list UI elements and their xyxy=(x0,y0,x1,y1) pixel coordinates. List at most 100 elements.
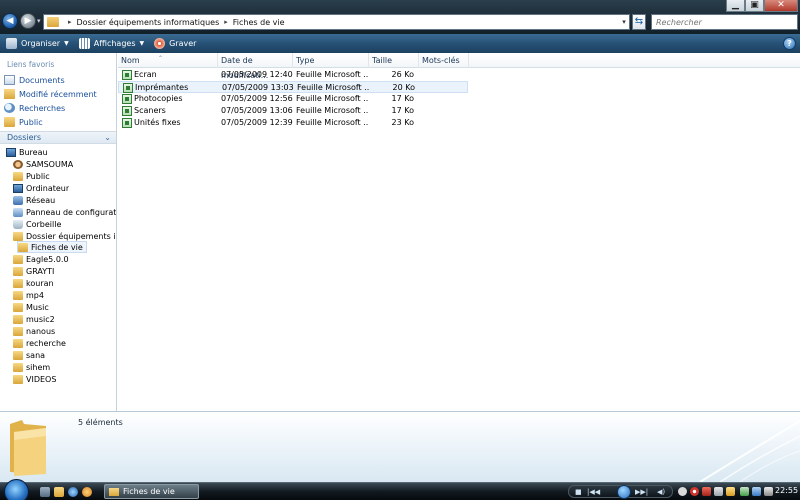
tree-item-ordinateur[interactable]: Ordinateur xyxy=(13,182,69,194)
volume-tray-icon[interactable] xyxy=(726,487,735,496)
organize-button[interactable]: Organiser ▼ xyxy=(6,38,69,49)
minimize-button[interactable]: ▁ xyxy=(726,0,745,12)
tree-item-label: SAMSOUMA xyxy=(26,159,74,169)
folder-icon xyxy=(109,487,119,496)
start-button[interactable] xyxy=(4,479,29,500)
maximize-button[interactable]: ▣ xyxy=(745,0,764,12)
file-type: Feuille Microsoft ... xyxy=(296,70,368,79)
chevron-down-icon: ▼ xyxy=(139,40,145,47)
taskbar: Fiches de vie ■ |◀◀ ▶▶| ◀) 22:55 xyxy=(0,479,800,500)
tree-item-mp4[interactable]: mp4 xyxy=(13,289,44,301)
favorite-searches[interactable]: Recherches xyxy=(4,103,65,113)
tree-item-music[interactable]: Music xyxy=(13,301,49,313)
column-type[interactable]: Type xyxy=(293,53,369,68)
file-row-ecran[interactable]: Ecran 07/05/2009 12:40 Feuille Microsoft… xyxy=(118,69,468,81)
file-size: 17 Ko xyxy=(391,106,414,115)
column-keywords[interactable]: Mots-clés xyxy=(419,53,469,68)
tree-item-sana[interactable]: sana xyxy=(13,349,45,361)
tree-item-videos[interactable]: VIDEOS xyxy=(13,373,56,385)
tree-item-recherche[interactable]: recherche xyxy=(13,337,66,349)
tree-item-label: Music xyxy=(26,302,49,312)
sort-arrow-icon: ⌃ xyxy=(158,55,164,62)
favorite-public[interactable]: Public xyxy=(4,117,43,127)
favorite-label: Recherches xyxy=(19,103,66,113)
folders-header[interactable]: Dossiers ⌄ xyxy=(0,131,116,144)
column-label: Type xyxy=(296,56,315,65)
window-titlebar: ▁ ▣ ✕ ◀ ▶ ▾ ▸ Dossier équipements inform… xyxy=(0,0,800,34)
media-player-icon[interactable] xyxy=(82,487,92,497)
navigation-pane: Liens favoris Documents Modifié récemmen… xyxy=(0,53,117,411)
tree-item-nanous[interactable]: nanous xyxy=(13,325,55,337)
file-row-photocopies[interactable]: Photocopies 07/05/2009 12:56 Feuille Mic… xyxy=(118,93,468,105)
tree-item-fiches-de-vie[interactable]: Fiches de vie xyxy=(17,241,87,253)
tree-item-corbeille[interactable]: Corbeille xyxy=(13,218,61,230)
previous-icon[interactable]: |◀◀ xyxy=(587,488,600,496)
views-label: Affichages xyxy=(93,39,136,48)
folder-icon xyxy=(13,314,23,324)
tree-item-kouran[interactable]: kouran xyxy=(13,277,54,289)
column-size[interactable]: Taille xyxy=(369,53,419,68)
favorite-recent[interactable]: Modifié récemment xyxy=(4,89,97,99)
clock[interactable]: 22:55 xyxy=(775,486,798,495)
file-type: Feuille Microsoft ... xyxy=(296,94,368,103)
recent-pages-dropdown-icon[interactable]: ▾ xyxy=(37,17,41,25)
update-tray-icon[interactable] xyxy=(752,487,761,496)
breadcrumb-dossier-equipements[interactable]: Dossier équipements informatiques xyxy=(77,18,220,27)
folder-icon xyxy=(13,290,23,300)
tree-item-sihem[interactable]: sihem xyxy=(13,361,50,373)
internet-explorer-icon[interactable] xyxy=(68,487,78,497)
column-date[interactable]: Date de modificati... xyxy=(218,53,293,80)
play-button[interactable] xyxy=(617,485,631,499)
tree-item-panneau[interactable]: Panneau de configuration xyxy=(13,206,116,218)
tree-item-reseau[interactable]: Réseau xyxy=(13,194,55,206)
stop-icon[interactable]: ■ xyxy=(575,488,582,496)
refresh-button[interactable]: ⇆ xyxy=(632,14,646,30)
speaker-tray-icon[interactable] xyxy=(764,487,773,496)
tree-item-label: Panneau de configuration xyxy=(26,207,116,217)
excel-file-icon xyxy=(122,106,132,116)
excel-file-icon xyxy=(122,94,132,104)
favorite-documents[interactable]: Documents xyxy=(4,75,65,85)
volume-icon[interactable]: ◀) xyxy=(657,488,665,496)
burn-button[interactable]: Graver xyxy=(154,38,196,49)
tree-item-label: Public xyxy=(26,171,50,181)
tree-item-label: Réseau xyxy=(26,195,56,205)
tree-item-eagle[interactable]: Eagle5.0.0 xyxy=(13,253,69,265)
forward-button[interactable]: ▶ xyxy=(20,13,36,29)
favorite-label: Modifié récemment xyxy=(19,89,97,99)
search-input[interactable] xyxy=(651,14,798,30)
network-tray-icon[interactable] xyxy=(714,487,723,496)
views-button[interactable]: Affichages ▼ xyxy=(78,38,145,49)
tree-item-bureau[interactable]: Bureau xyxy=(6,146,48,158)
tree-item-label: VIDEOS xyxy=(26,374,57,384)
tree-item-grayti[interactable]: GRAYTI xyxy=(13,265,54,277)
show-desktop-icon[interactable] xyxy=(40,487,50,497)
taskbar-button-fiches-de-vie[interactable]: Fiches de vie xyxy=(104,484,199,499)
back-button[interactable]: ◀ xyxy=(2,13,18,29)
next-icon[interactable]: ▶▶| xyxy=(635,488,648,496)
column-name[interactable]: ⌃ Nom xyxy=(118,53,218,68)
tree-item-samsouma[interactable]: SAMSOUMA xyxy=(13,158,73,170)
tree-item-music2[interactable]: music2 xyxy=(13,313,55,325)
window-controls: ▁ ▣ ✕ xyxy=(726,0,798,12)
file-row-scaners[interactable]: Scaners 07/05/2009 13:06 Feuille Microso… xyxy=(118,105,468,117)
address-bar[interactable]: ▸ Dossier équipements informatiques ▸ Fi… xyxy=(43,14,630,30)
help-button[interactable]: ? xyxy=(783,37,796,50)
file-row-unites-fixes[interactable]: Unités fixes 07/05/2009 12:39 Feuille Mi… xyxy=(118,117,468,129)
antivirus-icon[interactable] xyxy=(702,487,711,496)
explorer-quicklaunch-icon[interactable] xyxy=(54,487,64,497)
address-dropdown-icon[interactable]: ▾ xyxy=(619,18,629,26)
chevron-down-icon: ▼ xyxy=(64,40,69,47)
chevron-right-icon[interactable]: ▸ xyxy=(68,18,72,26)
breadcrumb-fiches-de-vie[interactable]: Fiches de vie xyxy=(233,18,285,27)
tree-item-public[interactable]: Public xyxy=(13,170,50,182)
security-alert-icon[interactable] xyxy=(690,487,699,496)
close-button[interactable]: ✕ xyxy=(764,0,798,12)
chevron-right-icon[interactable]: ▸ xyxy=(224,18,228,26)
file-name: Ecran xyxy=(134,70,157,79)
control-panel-icon xyxy=(13,207,23,217)
file-row-imprementes[interactable]: Imprémantes 07/05/2009 13:03 Feuille Mic… xyxy=(118,81,468,93)
power-tray-icon[interactable] xyxy=(740,487,749,496)
tray-expand-icon[interactable] xyxy=(678,487,687,496)
folder-icon xyxy=(18,242,28,252)
